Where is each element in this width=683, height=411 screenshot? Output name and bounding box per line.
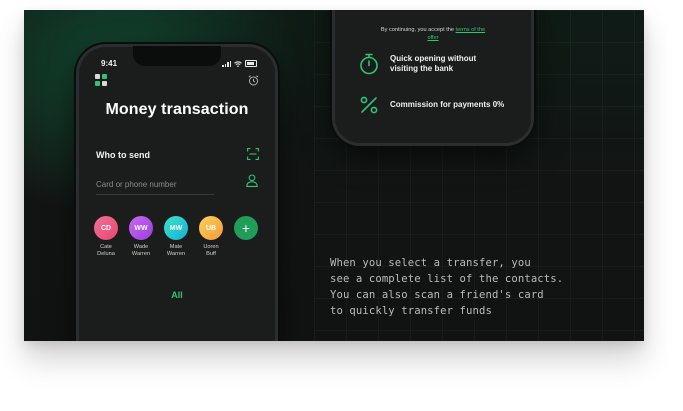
caption-line: to quickly transfer funds bbox=[330, 305, 492, 317]
contact-first-name: Wade bbox=[133, 244, 149, 250]
who-to-send-label: Who to send bbox=[96, 150, 150, 160]
feature-text: Commission for payments 0% bbox=[390, 100, 504, 110]
feature-quick-opening: Quick opening without visiting the bank bbox=[359, 53, 476, 75]
wifi-icon bbox=[234, 60, 242, 67]
add-contact-item[interactable]: + bbox=[234, 216, 258, 258]
promo-card: By continuing, you accept the terms of t… bbox=[24, 10, 644, 341]
contact-name: Wade Warren bbox=[124, 244, 158, 258]
contact-item[interactable]: MW Mate Warren bbox=[164, 216, 188, 258]
contact-name: Cate Deluna bbox=[89, 244, 123, 258]
contact-last-name: Deluna bbox=[97, 251, 115, 257]
feature-text: Quick opening without visiting the bank bbox=[390, 54, 476, 74]
terms-notice: By continuing, you accept the terms of t… bbox=[335, 26, 531, 42]
caption-text: When you select a transfer, you see a co… bbox=[330, 255, 600, 319]
add-contact-button[interactable]: + bbox=[234, 216, 258, 240]
avatar: UB bbox=[199, 216, 223, 240]
contact-last-name: Warren bbox=[131, 251, 151, 257]
all-contacts-link[interactable]: All bbox=[79, 290, 275, 300]
contact-item[interactable]: WW Wade Warren bbox=[129, 216, 153, 258]
contact-item[interactable]: CD Cate Deluna bbox=[94, 216, 118, 258]
feature-line: Commission for payments 0% bbox=[390, 100, 505, 109]
avatar: WW bbox=[129, 216, 153, 240]
percent-icon bbox=[360, 96, 378, 114]
contact-first-name: Uoren bbox=[203, 244, 219, 250]
contact-first-name: Cate bbox=[100, 244, 112, 250]
feature-line: visiting the bank bbox=[390, 64, 454, 73]
terms-link-offer[interactable]: offer bbox=[427, 35, 438, 41]
avatar: CD bbox=[94, 216, 118, 240]
scan-card-icon[interactable] bbox=[247, 148, 259, 160]
contacts-row: CD Cate Deluna WW Wade Warren MW Mate Wa… bbox=[94, 216, 258, 258]
status-icons bbox=[222, 60, 257, 67]
status-time: 9:41 bbox=[101, 59, 118, 68]
battery-icon bbox=[245, 60, 257, 67]
alarm-icon[interactable] bbox=[248, 75, 259, 86]
avatar: MW bbox=[164, 216, 188, 240]
card-or-phone-input[interactable] bbox=[96, 177, 214, 195]
feature-commission: Commission for payments 0% bbox=[359, 95, 504, 115]
contact-name: Uoren Buff bbox=[194, 244, 228, 258]
signal-icon bbox=[222, 60, 231, 67]
app-grid-icon[interactable] bbox=[95, 74, 107, 86]
contact-last-name: Buff bbox=[206, 251, 216, 257]
phone-mockup-main: 9:41 Money transaction Who to send Card … bbox=[76, 44, 278, 341]
feature-line: Quick opening without bbox=[390, 54, 477, 63]
phone-notch bbox=[133, 46, 221, 66]
contact-last-name: Warren bbox=[166, 251, 186, 257]
phone-mockup-top: By continuing, you accept the terms of t… bbox=[332, 10, 534, 146]
contact-name: Mate Warren bbox=[159, 244, 193, 258]
caption-line: You can also scan a friend's card bbox=[330, 289, 544, 301]
contact-first-name: Mate bbox=[169, 244, 183, 250]
page-title: Money transaction bbox=[105, 101, 249, 118]
terms-link[interactable]: terms of the bbox=[456, 27, 486, 33]
caption-line: When you select a transfer, you bbox=[330, 257, 531, 269]
caption-line: see a complete list of the contacts. bbox=[330, 273, 564, 285]
contacts-person-icon[interactable] bbox=[246, 174, 258, 187]
terms-prefix: By continuing, you accept the bbox=[380, 27, 456, 33]
stopwatch-icon bbox=[360, 53, 378, 75]
contact-item[interactable]: UB Uoren Buff bbox=[199, 216, 223, 258]
